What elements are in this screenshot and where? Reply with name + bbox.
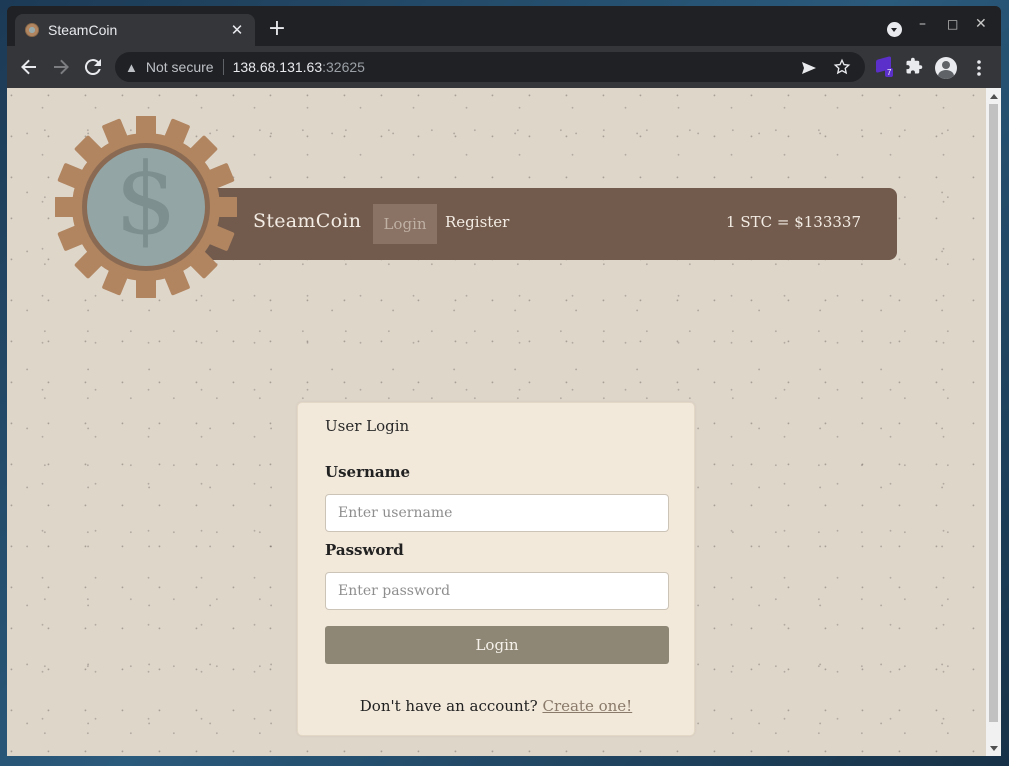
scroll-down-arrow-icon[interactable] [990, 746, 998, 751]
address-bar[interactable]: ▲ Not secure 138.68.131.63 :32625 [115, 52, 865, 82]
login-card: User Login Username Password Login Don't… [297, 402, 695, 736]
login-card-title: User Login [325, 417, 410, 435]
nav-register-link[interactable]: Register [445, 213, 509, 231]
login-submit-button[interactable]: Login [325, 626, 669, 664]
create-account-link[interactable]: Create one! [542, 697, 632, 715]
window-close-icon[interactable]: ✕ [975, 16, 987, 32]
username-label: Username [325, 463, 411, 481]
tab-search-icon[interactable] [887, 22, 902, 37]
browser-window: SteamCoin ✕ + – □ ✕ ▲ Not secure 138.68.… [7, 6, 1001, 756]
site-navbar: SteamCoin Login Register 1 STC = $133337 [177, 188, 897, 260]
brand-name[interactable]: SteamCoin [253, 210, 361, 232]
profile-avatar-icon[interactable] [935, 57, 957, 79]
steamcoin-gear-logo-icon: $ [55, 116, 237, 298]
url-host: 138.68.131.63 [232, 59, 323, 75]
maximize-icon[interactable]: □ [947, 17, 958, 31]
dollar-sign-icon: $ [115, 143, 177, 257]
tab-close-icon[interactable]: ✕ [229, 21, 245, 39]
nav-login-link[interactable]: Login [373, 204, 437, 244]
puzzle-icon[interactable] [905, 57, 923, 79]
page-scrollbar[interactable] [986, 88, 1001, 756]
tab-strip: SteamCoin ✕ + – □ ✕ [7, 6, 1001, 46]
scrollbar-thumb[interactable] [989, 104, 998, 722]
forward-arrow-icon[interactable] [49, 55, 73, 79]
warning-icon: ▲ [125, 59, 138, 75]
send-icon[interactable] [801, 60, 817, 81]
gear-favicon-icon [25, 23, 39, 37]
address-separator [222, 59, 224, 75]
page-viewport: SteamCoin Login Register 1 STC = $133337 [7, 88, 986, 756]
star-icon[interactable] [833, 58, 851, 81]
exchange-rate: 1 STC = $133337 [726, 213, 861, 231]
reload-icon[interactable] [81, 55, 105, 79]
extension-badge-count: 7 [885, 68, 894, 77]
security-label: Not secure [145, 59, 214, 75]
signup-prompt-text: Don't have an account? [359, 697, 538, 715]
minimize-icon[interactable]: – [919, 16, 926, 32]
extension-icon[interactable]: 7 [876, 55, 894, 77]
signup-prompt: Don't have an account? Create one! [298, 697, 694, 715]
browser-toolbar: ▲ Not secure 138.68.131.63 :32625 [7, 46, 1001, 88]
back-arrow-icon[interactable] [17, 55, 41, 79]
username-input[interactable] [325, 494, 669, 532]
scroll-up-arrow-icon[interactable] [990, 94, 998, 99]
tab-title: SteamCoin [48, 22, 118, 38]
password-label: Password [325, 541, 404, 559]
url-port: :32625 [322, 59, 365, 75]
new-tab-button[interactable]: + [265, 18, 289, 42]
tab-steamcoin[interactable]: SteamCoin ✕ [15, 14, 255, 46]
kebab-menu-icon[interactable] [970, 58, 988, 82]
password-input[interactable] [325, 572, 669, 610]
